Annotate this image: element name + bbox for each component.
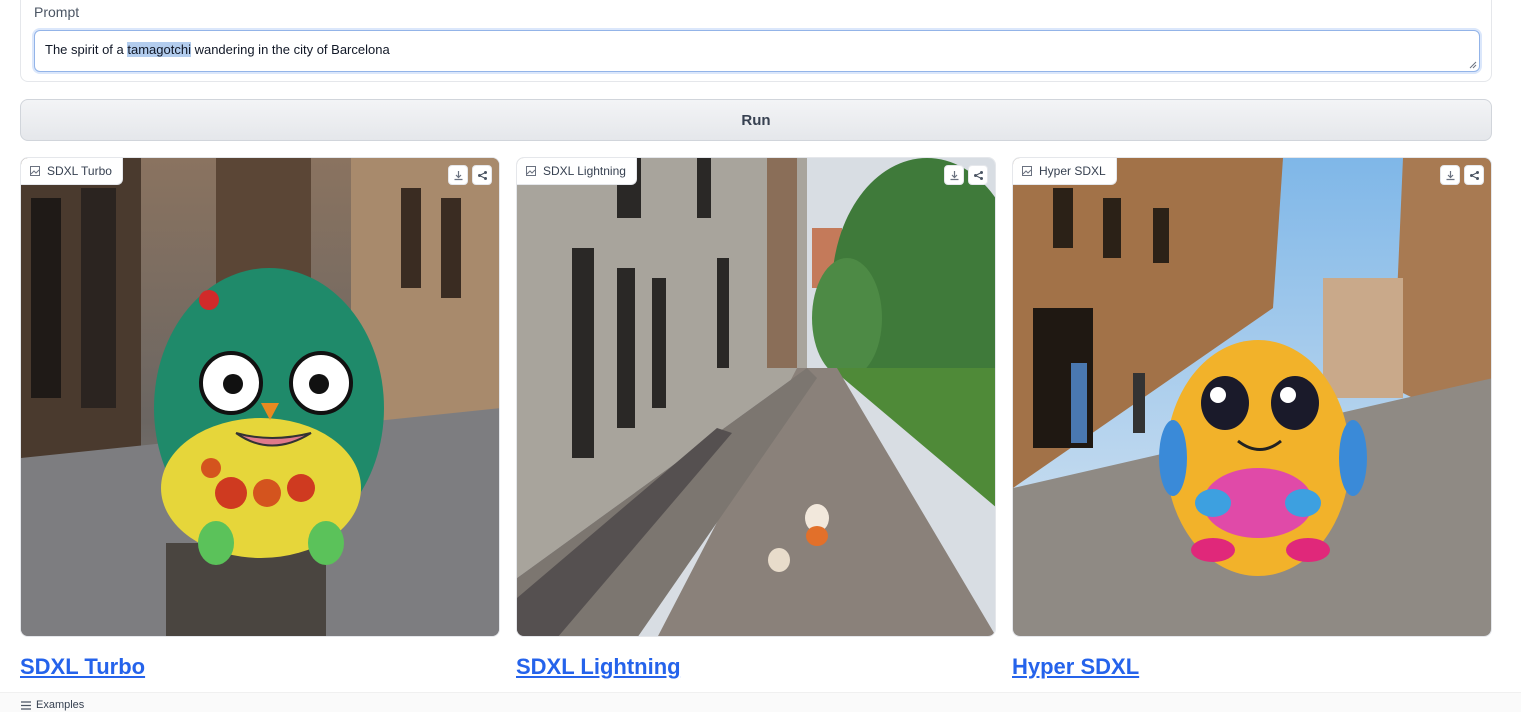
download-button[interactable] [1440,165,1460,185]
generated-image-street-animals [517,158,995,636]
examples-label: Examples [36,699,85,711]
generated-image-yellow-tamagotchi [1013,158,1491,636]
list-icon [21,701,31,710]
share-button[interactable] [472,165,492,185]
prompt-textarea[interactable]: The spirit of a tamagotchi wandering in … [34,30,1480,72]
examples-accordion[interactable]: Examples [0,692,1521,712]
generated-image-green-tamagotchi [21,158,499,636]
prompt-block: Prompt The spirit of a tamagotchi wander… [20,0,1492,82]
download-icon [454,170,462,180]
output-image-sdxl-lightning: SDXL Lightning [516,157,996,637]
image-label-badge: SDXL Turbo [21,158,123,185]
model-link-sdxl-lightning[interactable]: SDXL Lightning [516,654,681,680]
resize-grip-icon[interactable] [1469,61,1477,69]
share-button[interactable] [1464,165,1484,185]
image-label-badge: Hyper SDXL [1013,158,1117,185]
image-icon [1022,166,1032,176]
model-link-sdxl-turbo[interactable]: SDXL Turbo [20,654,145,680]
share-button[interactable] [968,165,988,185]
share-icon [973,170,983,180]
share-icon [477,170,487,180]
image-label-text: SDXL Lightning [543,164,626,178]
download-button[interactable] [448,165,468,185]
image-label-text: SDXL Turbo [47,164,112,178]
download-icon [950,170,958,180]
prompt-text-before: The spirit of a [45,42,128,57]
download-icon [1446,170,1454,180]
image-icon [30,166,40,176]
image-label-badge: SDXL Lightning [517,158,637,185]
prompt-text-selected: tamagotchi [127,42,191,57]
output-image-hyper-sdxl: Hyper SDXL [1012,157,1492,637]
output-image-sdxl-turbo: SDXL Turbo [20,157,500,637]
image-label-text: Hyper SDXL [1039,164,1106,178]
run-button[interactable]: Run [20,99,1492,141]
model-link-hyper-sdxl[interactable]: Hyper SDXL [1012,654,1139,680]
download-button[interactable] [944,165,964,185]
image-icon [526,166,536,176]
prompt-label: Prompt [34,4,80,20]
share-icon [1469,170,1479,180]
prompt-text-after: wandering in the city of Barcelona [190,42,390,57]
